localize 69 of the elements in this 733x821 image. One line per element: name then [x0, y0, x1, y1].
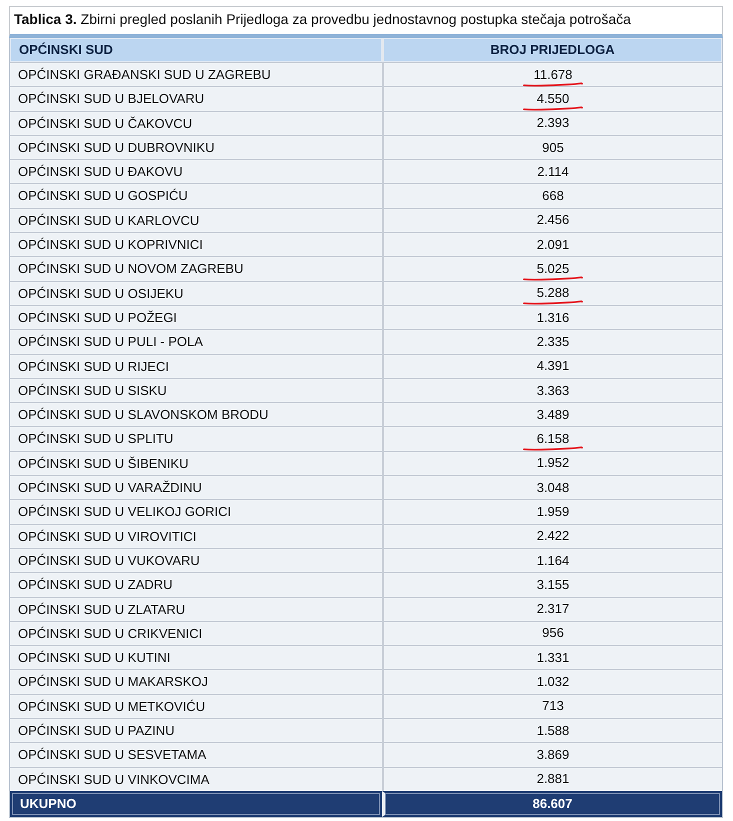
column-header: OPĆINSKI SUD	[10, 38, 382, 62]
table-cell: 6.158	[521, 431, 585, 452]
table-cell-text: 1.959	[536, 504, 570, 521]
hand-drawn-underline	[523, 276, 583, 282]
column-header: BROJ PRIJEDLOGA	[382, 38, 722, 62]
table-cell-text: 2.456	[536, 212, 570, 230]
table-cell-text: 4.391	[536, 358, 570, 376]
hand-drawn-underline	[523, 106, 583, 111]
table-cell: OPĆINSKI SUD U GOSPIĆU	[10, 183, 382, 208]
table-cell: OPĆINSKI SUD U ĐAKOVU	[10, 159, 382, 184]
table-cell-text: 2.393	[536, 115, 570, 132]
table-cell: 5.288	[521, 285, 585, 306]
table-cell-text: 2.422	[536, 528, 570, 546]
hand-drawn-underline	[523, 300, 583, 306]
table-cell: OPĆINSKI GRAĐANSKI SUD U ZAGREBU	[10, 62, 382, 86]
table-cell: OPĆINSKI SUD U METKOVIĆU	[10, 694, 382, 718]
table-cell: OPĆINSKI SUD U ŠIBENIKU	[10, 450, 382, 476]
table-cell: 4.550	[521, 90, 585, 111]
table-cell: OPĆINSKI SUD U DUBROVNIKU	[10, 134, 382, 160]
table-cell: OPĆINSKI SUD U ZLATARU	[10, 596, 382, 621]
table-cell: OPĆINSKI SUD U VINKOVCIMA	[10, 766, 382, 791]
total-label: UKUPNO	[10, 790, 382, 817]
table-cell-text: 2.335	[536, 334, 570, 351]
table-cell-text: 956	[541, 625, 565, 642]
table-cell: OPĆINSKI SUD U SLAVONSKOM BRODU	[10, 402, 382, 426]
table-cell: OPĆINSKI SUD U BJELOVARU	[10, 86, 382, 111]
hand-drawn-underline	[523, 446, 583, 452]
table-cell: OPĆINSKI SUD U VUKOVARU	[10, 548, 382, 572]
table-cell-text: 2.317	[536, 601, 570, 618]
table-cell-text: 1.331	[536, 650, 570, 667]
table-cell: OPĆINSKI SUD U OSIJEKU	[10, 280, 382, 305]
table-cell: OPĆINSKI SUD U CRIKVENICI	[10, 620, 382, 646]
table-cell-text: 1.164	[536, 552, 570, 570]
table-cell: OPĆINSKI SUD U VELIKOJ GORICI	[10, 499, 382, 524]
table-cell: OPĆINSKI SUD U KUTINI	[10, 645, 382, 670]
table-cell-text: 1.316	[536, 310, 570, 327]
table-cell-text: 668	[541, 188, 565, 206]
table-cell: OPĆINSKI SUD U ČAKOVCU	[10, 110, 382, 135]
table-cell-text: 713	[541, 698, 565, 716]
table-cell-text: 3.155	[536, 576, 570, 594]
table-cell-text: 2.881	[536, 771, 570, 788]
table-cell-text: 1.588	[536, 722, 570, 740]
table-cell-text: 3.869	[536, 746, 570, 764]
table-cell: OPĆINSKI SUD U KOPRIVNICI	[10, 232, 382, 256]
table-cell: 11.678	[521, 66, 585, 87]
table-cell: OPĆINSKI SUD U NOVOM ZAGREBU	[10, 256, 382, 281]
total-value: 86.607	[382, 790, 722, 817]
table-cell: OPĆINSKI SUD U SISKU	[10, 378, 382, 402]
table-cell-text: 905	[541, 140, 565, 157]
table-cell: OPĆINSKI SUD U ZADRU	[10, 572, 382, 597]
hand-drawn-underline	[523, 82, 583, 87]
table-cell-text: 1.032	[536, 674, 570, 692]
table-cell: OPĆINSKI SUD U SESVETAMA	[10, 742, 382, 767]
table-cell: OPĆINSKI SUD U RIJECI	[10, 354, 382, 378]
table-cell: OPĆINSKI SUD U PAZINU	[10, 718, 382, 742]
table-cell: 5.025	[521, 261, 585, 282]
table-cell: OPĆINSKI SUD U VIROVITICI	[10, 524, 382, 548]
table-cell: OPĆINSKI SUD U POŽEGI	[10, 304, 382, 330]
table-cell-text: 2.091	[536, 236, 570, 254]
table-cell: OPĆINSKI SUD U KARLOVCU	[10, 208, 382, 232]
table-cell: OPĆINSKI SUD U SPLITU	[10, 426, 382, 451]
table-cell: OPĆINSKI SUD U MAKARSKOJ	[10, 669, 382, 694]
table-cell: OPĆINSKI SUD U VARAŽDINU	[10, 475, 382, 500]
table-cell-text: 2.114	[536, 164, 570, 181]
table-cell: OPĆINSKI SUD U PULI - POLA	[10, 329, 382, 354]
table-cell-text: 3.489	[536, 406, 570, 424]
table-cell-text: 3.048	[536, 480, 570, 497]
table-cell-text: 3.363	[536, 382, 570, 400]
table-cell-text: 1.952	[536, 455, 570, 472]
